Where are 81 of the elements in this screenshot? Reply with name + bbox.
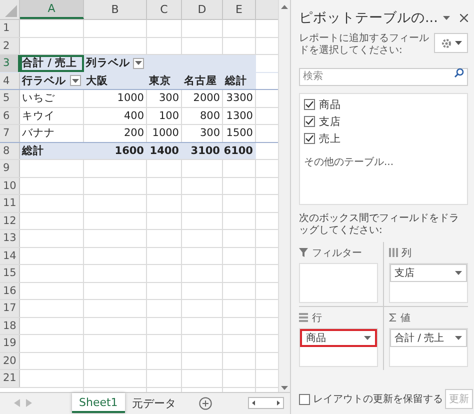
field-label[interactable]: 商品 xyxy=(319,98,341,112)
close-icon[interactable] xyxy=(460,14,468,22)
field-chip[interactable]: 支店 xyxy=(390,264,467,282)
field-label[interactable]: 支店 xyxy=(319,114,341,128)
filter-dropdown-button[interactable] xyxy=(133,58,144,69)
row-header[interactable]: 3 xyxy=(0,55,20,72)
scroll-up-icon[interactable] xyxy=(281,5,288,9)
table-cell: 3100 xyxy=(182,142,223,159)
more-tables-link[interactable]: その他のテーブル... xyxy=(304,154,463,168)
settings-button[interactable] xyxy=(434,33,468,53)
instruction-text: レポートに追加するフィールドを選択してください: xyxy=(299,33,430,57)
row-header[interactable]: 18 xyxy=(0,318,20,334)
search-icon xyxy=(454,68,464,78)
sheet-tab[interactable]: 元データ xyxy=(124,393,183,413)
checkbox[interactable] xyxy=(304,116,315,127)
row-header[interactable]: 5 xyxy=(0,90,20,106)
table-cell: 東京 xyxy=(147,72,182,89)
sigma-icon xyxy=(388,313,396,322)
drop-area[interactable]: 合計 / 売上 xyxy=(388,328,468,366)
gear-icon xyxy=(440,38,452,48)
columns-icon xyxy=(388,248,398,257)
search-field[interactable]: 検索 xyxy=(299,68,468,86)
area-label: 値 xyxy=(400,312,410,324)
table-cell: 1600 xyxy=(84,142,147,159)
caret-icon xyxy=(454,41,462,45)
filter-dropdown-button[interactable] xyxy=(70,75,81,86)
table-cell: 合計 / 売上 xyxy=(20,55,84,72)
table-cell: 大阪 xyxy=(84,72,147,89)
row-header[interactable]: 8 xyxy=(0,142,20,159)
drop-area[interactable]: 商品 xyxy=(299,328,378,366)
table-cell: 1400 xyxy=(147,142,182,159)
pane-title: ピボットテーブルの... xyxy=(299,9,439,27)
row-header[interactable]: 17 xyxy=(0,300,20,316)
row-header[interactable]: 9 xyxy=(0,160,20,176)
row-header[interactable]: 2 xyxy=(0,38,20,54)
add-sheet-icon[interactable] xyxy=(198,397,212,410)
checkbox[interactable] xyxy=(299,394,310,404)
caret-icon xyxy=(135,61,142,66)
row-header[interactable]: 12 xyxy=(0,212,20,229)
table-cell: 6100 xyxy=(223,142,256,159)
row-header[interactable]: 21 xyxy=(0,370,20,386)
row-header[interactable]: 4 xyxy=(0,72,20,89)
field-chip[interactable]: 商品 xyxy=(300,328,376,346)
caret-icon xyxy=(364,336,370,340)
row-header[interactable]: 13 xyxy=(0,230,20,246)
area-label: フィルター xyxy=(312,246,362,260)
sheet-tab[interactable]: Sheet1 xyxy=(72,393,125,413)
row-header[interactable]: 7 xyxy=(0,125,20,142)
rows-icon xyxy=(299,313,308,322)
row-header[interactable]: 14 xyxy=(0,248,20,264)
row-header[interactable]: 1 xyxy=(0,20,20,36)
row-header[interactable]: 10 xyxy=(0,178,20,194)
area-label: 列 xyxy=(402,246,412,260)
funnel-icon xyxy=(299,248,308,257)
checkbox[interactable] xyxy=(304,99,315,110)
row-header[interactable]: 6 xyxy=(0,108,20,124)
defer-update-label[interactable]: レイアウトの更新を保留する xyxy=(313,392,443,406)
table-cell: 名古屋 xyxy=(182,72,223,89)
drop-area[interactable]: 支店 xyxy=(388,262,468,302)
checkbox[interactable] xyxy=(304,133,315,144)
table-cell: 総計 xyxy=(223,72,256,89)
table-cell: 総計 xyxy=(20,142,84,159)
caret-icon[interactable] xyxy=(443,16,450,20)
area-label: 行 xyxy=(312,312,322,324)
row-header[interactable]: 11 xyxy=(0,195,20,212)
field-label[interactable]: 売上 xyxy=(319,132,341,146)
caret-icon xyxy=(455,270,462,274)
row-header[interactable]: 16 xyxy=(0,282,20,299)
horizontal-scrollbar[interactable] xyxy=(248,397,284,409)
column-header[interactable]: A xyxy=(20,0,84,19)
caret-icon xyxy=(455,336,462,340)
vertical-scrollbar[interactable] xyxy=(278,0,290,392)
drag-hint-text: 次のボックス間でフィールドをドラッグしてください: xyxy=(299,212,460,236)
scroll-down-icon[interactable] xyxy=(281,386,288,390)
row-header[interactable]: 15 xyxy=(0,265,20,282)
field-chip[interactable]: 合計 / 売上 xyxy=(390,328,467,346)
row-header[interactable]: 20 xyxy=(0,352,20,369)
table-cell: 行ラベル xyxy=(20,72,84,89)
row-header[interactable]: 19 xyxy=(0,335,20,352)
caret-icon xyxy=(72,78,79,83)
table-cell: 列ラベル xyxy=(84,55,147,72)
